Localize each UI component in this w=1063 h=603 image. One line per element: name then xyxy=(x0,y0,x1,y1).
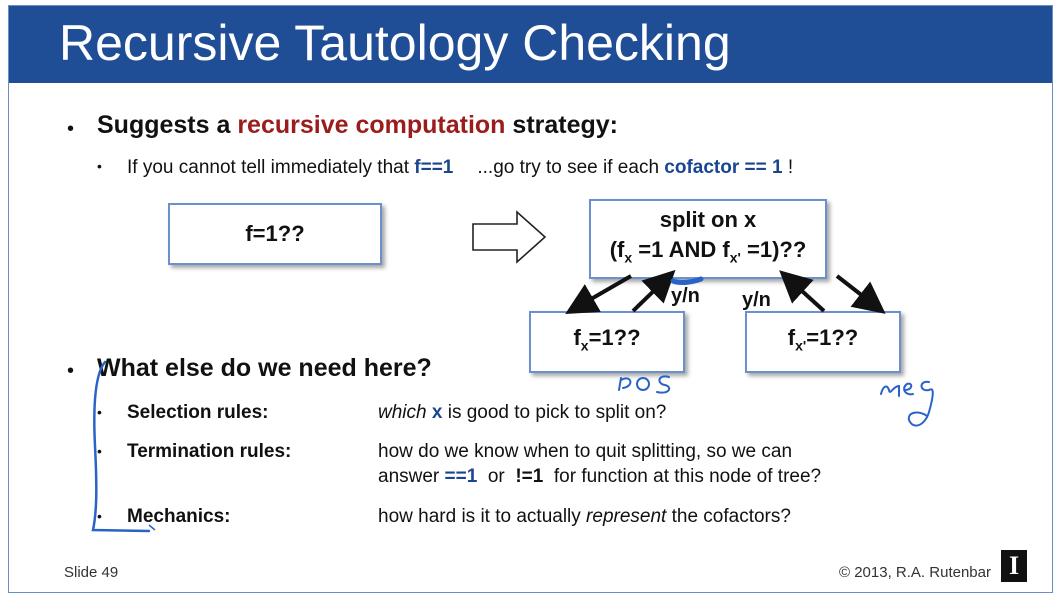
ink-neg-note xyxy=(880,380,934,427)
ink-bracket xyxy=(91,360,151,533)
arrow-left-to-split xyxy=(631,269,676,313)
slide: Recursive Tautology Checking • Suggests … xyxy=(8,5,1053,593)
ink-tick xyxy=(148,524,156,531)
outline-right-arrow xyxy=(472,210,547,264)
ink-squiggle xyxy=(670,276,704,285)
ink-pos-note xyxy=(618,375,671,394)
arrow-right-to-split xyxy=(779,270,826,313)
arrow-split-to-left xyxy=(565,274,632,314)
diagram-overlay xyxy=(91,210,934,533)
arrow-split-to-right xyxy=(835,274,886,314)
